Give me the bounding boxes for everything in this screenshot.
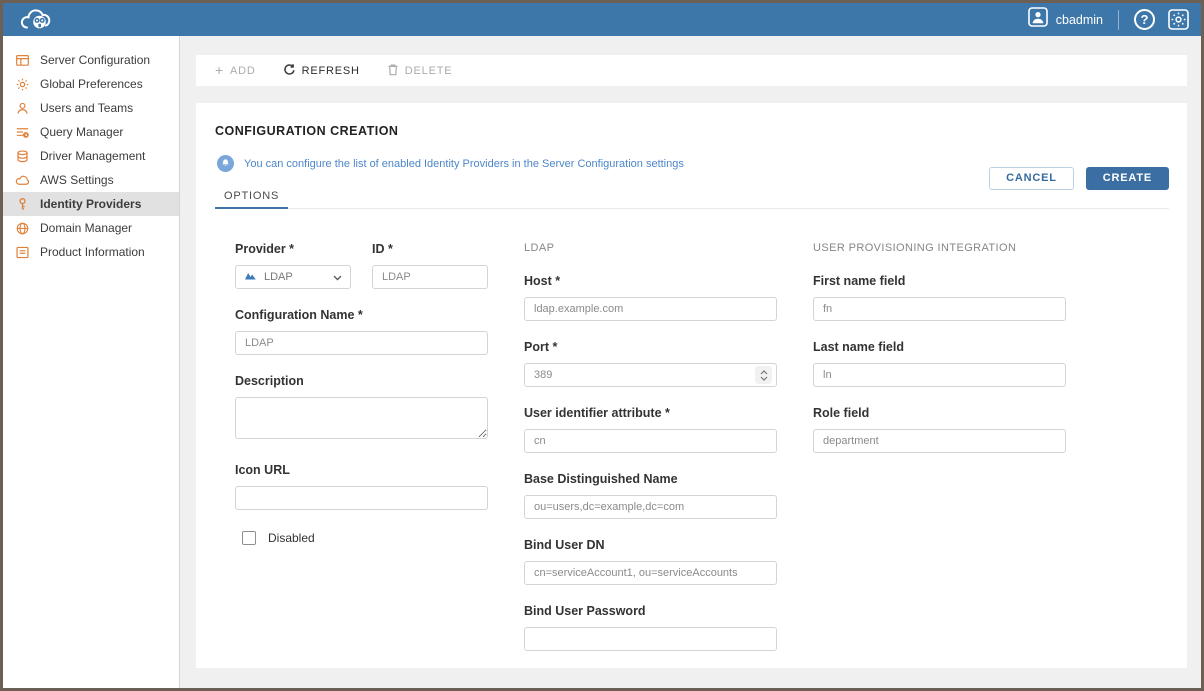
create-button[interactable]: CREATE — [1086, 167, 1169, 190]
sidebar-item-label: Query Manager — [40, 125, 123, 139]
icon-url-label: Icon URL — [235, 463, 488, 477]
sidebar-item-product-information[interactable]: Product Information — [3, 240, 179, 264]
ldap-section-header: LDAP — [524, 242, 777, 255]
user-name: cbadmin — [1056, 13, 1103, 27]
base-distinguished-name-input[interactable] — [524, 495, 777, 519]
refresh-icon — [283, 63, 296, 79]
id-label: ID * — [372, 242, 488, 256]
icon-url-input[interactable] — [235, 486, 488, 510]
sidebar-item-label: Identity Providers — [40, 197, 141, 211]
sidebar-item-label: Domain Manager — [40, 221, 132, 235]
panel-actions: CANCEL CREATE — [989, 167, 1169, 190]
cloud-icon — [15, 173, 30, 188]
refresh-button[interactable]: REFRESH — [283, 63, 360, 79]
role-field-label: Role field — [813, 406, 1066, 420]
chevron-down-icon — [333, 268, 342, 286]
sidebar-item-aws-settings[interactable]: AWS Settings — [3, 168, 179, 192]
delete-button[interactable]: DELETE — [387, 63, 453, 79]
cloudbeaver-logo-icon[interactable] — [18, 7, 56, 33]
add-button-label: ADD — [230, 65, 256, 77]
bind-user-password-label: Bind User Password — [524, 604, 777, 618]
sidebar-item-label: Global Preferences — [40, 77, 143, 91]
host-label: Host * — [524, 274, 777, 288]
topbar-divider — [1118, 10, 1119, 30]
sidebar-item-label: Product Information — [40, 245, 145, 259]
app-window: cbadmin ? Server Configu — [0, 0, 1204, 691]
database-icon — [15, 149, 30, 164]
role-field-input[interactable] — [813, 429, 1066, 453]
provisioning-column: USER PROVISIONING INTEGRATION First name… — [813, 242, 1066, 668]
page-title: CONFIGURATION CREATION — [215, 124, 1169, 138]
document-icon — [15, 245, 30, 260]
configuration-creation-panel: CONFIGURATION CREATION You can configure… — [196, 103, 1187, 668]
user-avatar-icon — [1028, 7, 1048, 32]
disabled-checkbox-label: Disabled — [268, 531, 315, 545]
sidebar-item-users-and-teams[interactable]: Users and Teams — [3, 96, 179, 120]
ldap-column: LDAP Host * Port * — [524, 242, 777, 668]
bind-user-dn-input[interactable] — [524, 561, 777, 585]
cancel-button[interactable]: CANCEL — [989, 167, 1074, 190]
first-name-field-label: First name field — [813, 274, 1066, 288]
last-name-field-label: Last name field — [813, 340, 1066, 354]
ldap-provider-icon — [244, 268, 257, 286]
sidebar-item-global-preferences[interactable]: Global Preferences — [3, 72, 179, 96]
gear-icon — [15, 77, 30, 92]
bind-user-dn-label: Bind User DN — [524, 538, 777, 552]
sidebar-item-label: AWS Settings — [40, 173, 114, 187]
globe-icon — [15, 221, 30, 236]
sidebar-item-label: Users and Teams — [40, 101, 133, 115]
user-identifier-attribute-label: User identifier attribute * — [524, 406, 777, 420]
trash-icon — [387, 63, 399, 79]
description-textarea[interactable] — [235, 397, 488, 439]
user-menu[interactable]: cbadmin — [1028, 7, 1103, 32]
id-input[interactable] — [372, 265, 488, 289]
sidebar-item-domain-manager[interactable]: Domain Manager — [3, 216, 179, 240]
settings-icon[interactable] — [1168, 9, 1189, 30]
bell-icon — [217, 155, 234, 172]
first-name-field-input[interactable] — [813, 297, 1066, 321]
sidebar-item-driver-management[interactable]: Driver Management — [3, 144, 179, 168]
help-icon[interactable]: ? — [1134, 9, 1155, 30]
sidebar-item-label: Driver Management — [40, 149, 145, 163]
description-label: Description — [235, 374, 488, 388]
last-name-field-input[interactable] — [813, 363, 1066, 387]
provider-select[interactable]: LDAP — [235, 265, 351, 289]
server-configuration-icon — [15, 53, 30, 68]
provisioning-section-header: USER PROVISIONING INTEGRATION — [813, 242, 1066, 255]
identity-provider-form: Provider * ID * — [235, 242, 1169, 668]
top-header-bar: cbadmin ? — [3, 3, 1201, 36]
provider-label: Provider * — [235, 242, 351, 256]
configuration-name-input[interactable] — [235, 331, 488, 355]
sidebar-item-identity-providers[interactable]: Identity Providers — [3, 192, 179, 216]
provider-selected-value: LDAP — [264, 271, 326, 283]
key-icon — [15, 197, 30, 212]
port-input[interactable] — [524, 363, 777, 387]
main-content-area: + ADD REFRESH — [180, 36, 1201, 688]
disabled-checkbox[interactable] — [242, 531, 256, 545]
add-button[interactable]: + ADD — [215, 65, 256, 77]
port-label: Port * — [524, 340, 777, 354]
info-message: You can configure the list of enabled Id… — [244, 158, 684, 170]
base-distinguished-name-label: Base Distinguished Name — [524, 472, 777, 486]
host-input[interactable] — [524, 297, 777, 321]
sidebar-item-query-manager[interactable]: Query Manager — [3, 120, 179, 144]
port-stepper[interactable] — [755, 366, 772, 384]
sidebar-item-server-configuration[interactable]: Server Configuration — [3, 48, 179, 72]
user-icon — [15, 101, 30, 116]
bind-user-password-input[interactable] — [524, 627, 777, 651]
configuration-name-label: Configuration Name * — [235, 308, 488, 322]
refresh-button-label: REFRESH — [302, 65, 360, 77]
user-identifier-attribute-input[interactable] — [524, 429, 777, 453]
sidebar-item-label: Server Configuration — [40, 53, 150, 67]
general-column: Provider * ID * — [235, 242, 488, 668]
admin-sidebar: Server Configuration Global Preferences — [3, 36, 180, 688]
disabled-checkbox-row[interactable]: Disabled — [242, 531, 488, 545]
toolbar: + ADD REFRESH — [196, 55, 1187, 86]
plus-icon: + — [215, 65, 224, 76]
query-list-clock-icon — [15, 125, 30, 140]
tab-options[interactable]: OPTIONS — [215, 184, 288, 209]
delete-button-label: DELETE — [405, 65, 453, 77]
